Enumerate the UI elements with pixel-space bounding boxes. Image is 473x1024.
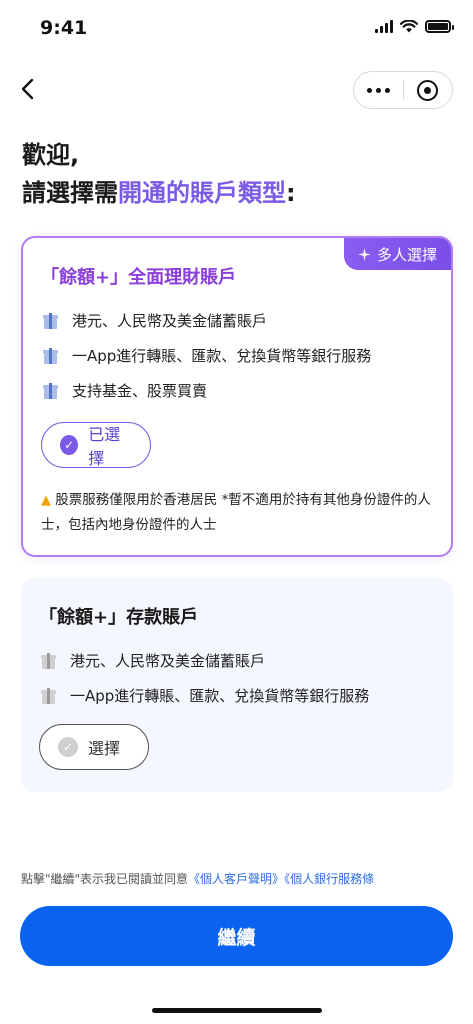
card-title: 「餘額+」全面理財賬戶 — [41, 267, 237, 288]
card-title: 「餘額+」存款賬戶 — [39, 607, 199, 628]
feature-item: 一App進行轉賬、匯款、兌換貨幣等銀行服務 — [43, 345, 371, 366]
status-icons — [375, 20, 454, 33]
feature-text: 港元、人民幣及美金儲蓄賬戶 — [70, 652, 266, 670]
gift-icon — [41, 687, 56, 704]
title-suffix: : — [286, 179, 296, 207]
feature-item: 港元、人民幣及美金儲蓄賬戶 — [41, 650, 265, 671]
feature-text: 一App進行轉賬、匯款、兌換貨幣等銀行服務 — [72, 347, 372, 365]
battery-icon — [425, 20, 454, 33]
chevron-left-icon — [21, 78, 34, 100]
title-line1: 歡迎, — [22, 141, 80, 169]
select-button[interactable]: ✓ 選擇 — [39, 724, 149, 770]
check-circle-icon: ✓ — [58, 737, 78, 757]
signal-icon — [375, 20, 393, 33]
gift-icon — [41, 652, 56, 669]
status-bar: 9:41 — [0, 0, 473, 60]
home-indicator — [152, 1008, 322, 1013]
gift-icon — [43, 347, 58, 364]
banking-terms-link[interactable]: 《個人銀行服務條 — [284, 872, 374, 886]
more-dots-icon[interactable] — [354, 72, 403, 108]
check-circle-icon: ✓ — [60, 435, 79, 455]
title-line2: 請選擇需開通的賬戶類型: — [22, 174, 296, 212]
feature-item: 港元、人民幣及美金儲蓄賬戶 — [43, 310, 267, 331]
select-label: 已選擇 — [88, 425, 121, 468]
title-prefix: 請選擇需 — [22, 179, 118, 207]
feature-item: 一App進行轉賬、匯款、兌換貨幣等銀行服務 — [41, 685, 369, 706]
badge-label: 多人選擇 — [376, 245, 437, 264]
multi-select-badge: 多人選擇 — [343, 238, 451, 270]
selected-button[interactable]: ✓ 已選擇 — [41, 422, 151, 468]
account-card-deposit[interactable]: 「餘額+」存款賬戶 港元、人民幣及美金儲蓄賬戶 一App進行轉賬、匯款、兌換貨幣… — [21, 578, 453, 792]
gift-icon — [43, 382, 58, 399]
gift-icon — [43, 312, 58, 329]
miniprogram-close-button[interactable] — [404, 72, 452, 108]
stock-notice: ▲ 股票服務僅限用於香港居民 *暫不適用於持有其他身份證件的人士，包括內地身份證… — [41, 488, 441, 537]
feature-text: 一App進行轉賬、匯款、兌換貨幣等銀行服務 — [70, 687, 370, 705]
account-card-wealth[interactable]: 多人選擇 「餘額+」全面理財賬戶 港元、人民幣及美金儲蓄賬戶 一App進行轉賬、… — [21, 236, 453, 557]
continue-button[interactable]: 繼續 — [20, 906, 453, 966]
feature-text: 支持基金、股票買賣 — [72, 382, 208, 400]
title-accent: 開通的賬戶類型 — [118, 179, 286, 207]
miniprogram-close-icon — [417, 79, 439, 101]
agreement-prefix: 點擊"繼續"表示我已閱讀並同意 — [21, 872, 189, 886]
feature-item: 支持基金、股票買賣 — [43, 380, 207, 401]
select-label: 選擇 — [88, 739, 121, 758]
page-title: 歡迎, 請選擇需開通的賬戶類型: — [22, 136, 296, 212]
feature-text: 港元、人民幣及美金儲蓄賬戶 — [72, 312, 268, 330]
miniprogram-capsule — [353, 71, 453, 109]
status-time: 9:41 — [40, 17, 88, 39]
warning-icon: ▲ — [41, 493, 51, 508]
sparkle-icon — [357, 247, 371, 261]
wifi-icon — [400, 20, 418, 33]
notice-text: 股票服務僅限用於香港居民 *暫不適用於持有其他身份證件的人士，包括內地身份證件的… — [41, 492, 431, 533]
customer-declaration-link[interactable]: 《個人客戶聲明》 — [188, 872, 284, 886]
back-button[interactable] — [14, 74, 44, 104]
agreement-text: 點擊"繼續"表示我已閱讀並同意《個人客戶聲明》《個人銀行服務條 — [21, 870, 374, 887]
